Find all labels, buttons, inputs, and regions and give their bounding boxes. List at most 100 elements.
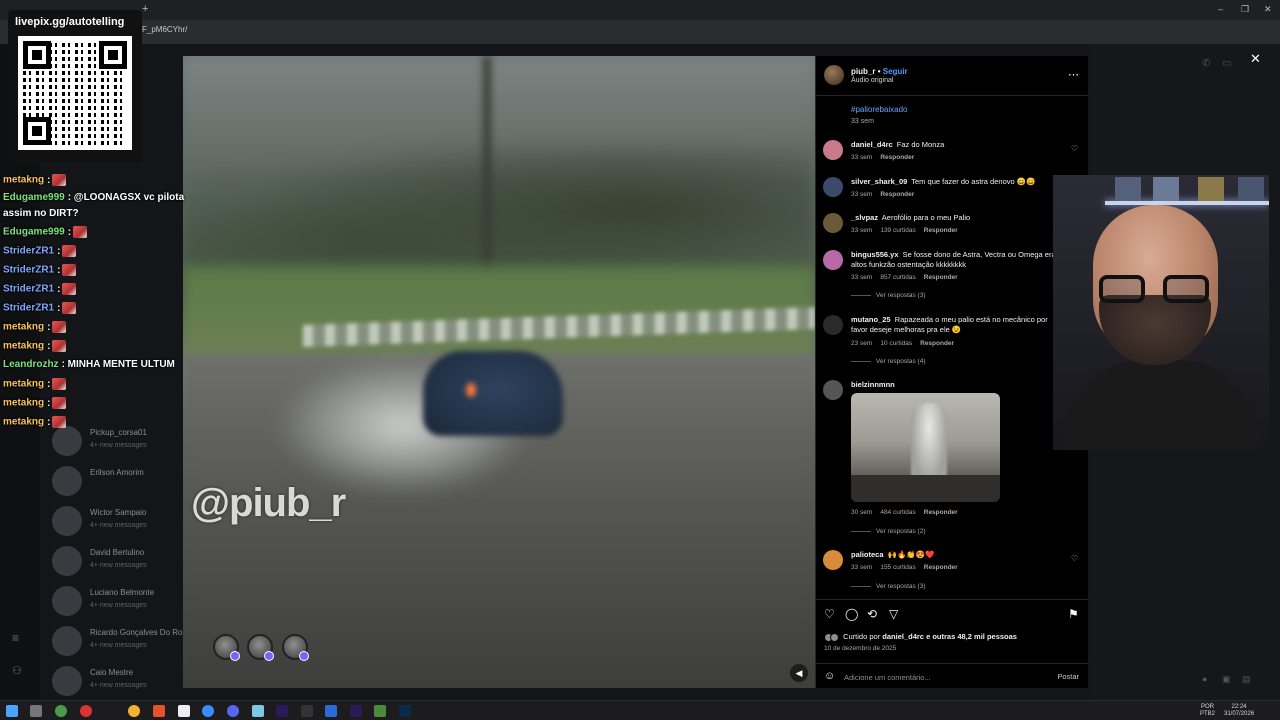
view-replies-button[interactable]: Ver respostas (3) — [851, 583, 926, 590]
comment-input[interactable] — [844, 670, 1044, 684]
reel-video[interactable]: @piub_r ◀ — [183, 56, 815, 688]
clock[interactable]: 22:24 31/07/2026 — [1224, 704, 1254, 718]
volume-icon[interactable]: ◀ — [790, 664, 808, 682]
emoji-icon[interactable]: ☺ — [824, 670, 835, 682]
commenter-avatar[interactable] — [823, 315, 843, 335]
view-replies-button[interactable]: Ver respostas (4) — [851, 358, 926, 365]
dm-item[interactable]: Erilson Amorim — [52, 464, 192, 498]
hamburger-icon[interactable]: ≡ — [12, 631, 19, 645]
reply-button[interactable]: Responder — [924, 509, 958, 516]
bookmark-icon[interactable]: ⚑ — [1068, 607, 1079, 621]
language-indicator[interactable]: POR PTB2 — [1200, 704, 1215, 718]
comment-likes[interactable]: 857 curtidas — [880, 274, 915, 281]
follow-button[interactable]: Seguir — [883, 67, 908, 76]
comment-image[interactable] — [851, 393, 1000, 502]
reply-button[interactable]: Responder — [924, 227, 958, 234]
comment-likes[interactable]: 484 curtidas — [880, 509, 915, 516]
comment-username[interactable]: _slvpaz — [851, 213, 878, 222]
apps-icon[interactable]: ⚇ — [12, 664, 22, 677]
comment-username[interactable]: bielzinnmnn — [851, 380, 895, 389]
chat-text: : — [57, 245, 61, 257]
repost-icon[interactable]: ⟲ — [867, 607, 877, 621]
app-icon[interactable] — [374, 705, 386, 717]
commenter-avatar[interactable] — [823, 177, 843, 197]
chat-username: metakng — [3, 378, 45, 390]
comment-likes[interactable]: 10 curtidas — [880, 340, 912, 347]
share-send-icon[interactable]: ▽ — [889, 607, 898, 621]
dm-item[interactable]: Wictor Sampaio 4+ new messages — [52, 504, 192, 538]
author-username[interactable]: piub_r — [851, 67, 875, 76]
comment-like-icon[interactable]: ♡ — [1071, 144, 1078, 153]
close-icon[interactable]: ✕ — [1250, 51, 1261, 67]
dm-item[interactable]: David Bertulino 4+ new messages — [52, 544, 192, 578]
photoshop-icon[interactable] — [399, 705, 411, 717]
task-view-icon[interactable] — [30, 705, 42, 717]
comment-text: Faz do Monza — [896, 140, 945, 149]
commenter-avatar[interactable] — [823, 213, 843, 233]
hashtag-link[interactable]: #paliorebaixado — [851, 105, 908, 114]
url-text[interactable]: F_pM6CYhr/ — [142, 25, 187, 34]
comment-likes[interactable]: 139 curtidas — [880, 227, 915, 234]
dm-item[interactable]: Ricardo Gonçalves Do Ros 4+ new messages — [52, 624, 192, 658]
reply-button[interactable]: Responder — [924, 564, 958, 571]
author-avatar[interactable] — [824, 65, 844, 85]
chat-username: Edugame999 — [3, 192, 65, 203]
reply-button[interactable]: Responder — [924, 274, 958, 281]
collaborator-avatar[interactable] — [247, 634, 274, 661]
image-icon[interactable]: ▣ — [1222, 674, 1231, 685]
premiere-icon[interactable] — [350, 705, 362, 717]
phone-icon[interactable]: ✆ — [1202, 58, 1210, 69]
comment-bubble-icon[interactable]: ◯ — [845, 607, 858, 621]
minimize-button[interactable]: – — [1218, 4, 1223, 14]
new-tab-button[interactable]: + — [142, 3, 148, 15]
view-replies-button[interactable]: Ver respostas (2) — [851, 528, 926, 535]
app-icon[interactable] — [325, 705, 337, 717]
app-icon[interactable] — [80, 705, 92, 717]
comment-list[interactable]: #paliorebaixado 33 sem daniel_d4rc Faz d… — [816, 96, 1089, 599]
dm-item[interactable]: Luciano Belmonte 4+ new messages — [52, 584, 192, 618]
comment-like-icon[interactable]: ♡ — [1071, 554, 1078, 563]
mic-icon[interactable]: ● — [1202, 674, 1207, 684]
sticker-icon[interactable]: ▤ — [1242, 674, 1251, 685]
commenter-avatar[interactable] — [823, 550, 843, 570]
likes-user[interactable]: daniel_d4rc — [882, 632, 924, 641]
post-comment-button[interactable]: Postar — [1057, 672, 1079, 681]
likes-suffix[interactable]: e outras 48,2 mil pessoas — [926, 632, 1017, 641]
chat-username: Leandrozhz — [3, 359, 59, 370]
view-replies-button[interactable]: Ver respostas (3) — [851, 292, 926, 299]
reply-button[interactable]: Responder — [880, 154, 914, 161]
address-bar[interactable]: F_pM6CYhr/ — [0, 20, 1280, 56]
more-options-icon[interactable]: ⋯ — [1068, 68, 1079, 81]
commenter-avatar[interactable] — [823, 250, 843, 270]
app-icon[interactable] — [178, 705, 190, 717]
app-icon[interactable] — [202, 705, 214, 717]
comment-likes[interactable]: 155 curtidas — [880, 564, 915, 571]
app-icon[interactable] — [301, 705, 313, 717]
app-icon[interactable] — [55, 705, 67, 717]
reply-button[interactable]: Responder — [920, 340, 954, 347]
comment-username[interactable]: palioteca — [851, 550, 884, 559]
dm-item[interactable]: Caio Mestre 4+ new messages — [52, 664, 192, 698]
collaborator-avatar[interactable] — [213, 634, 240, 661]
close-window-button[interactable]: ✕ — [1264, 4, 1272, 15]
comment-username[interactable]: mutano_25 — [851, 315, 891, 324]
chrome-icon[interactable] — [128, 705, 140, 717]
reply-button[interactable]: Responder — [880, 191, 914, 198]
comment-username[interactable]: daniel_d4rc — [851, 140, 893, 149]
collaborator-avatar[interactable] — [282, 634, 309, 661]
audio-label[interactable]: Áudio original — [851, 77, 893, 84]
start-icon[interactable] — [6, 705, 18, 717]
audition-icon[interactable] — [276, 705, 288, 717]
commenter-avatar[interactable] — [823, 140, 843, 160]
comment-username[interactable]: bingus556.yx — [851, 250, 899, 259]
comment-username[interactable]: silver_shark_09 — [851, 177, 907, 186]
brave-icon[interactable] — [153, 705, 165, 717]
comment-time: 33 sem — [851, 274, 873, 281]
like-heart-icon[interactable]: ♡ — [824, 607, 835, 621]
video-call-icon[interactable]: ▭ — [1222, 58, 1231, 69]
chat-message: Edugame999: @LOONAGSX vc pilota — [3, 192, 184, 203]
maximize-button[interactable]: ❐ — [1241, 4, 1249, 15]
commenter-avatar[interactable] — [823, 380, 843, 400]
app-icon[interactable] — [252, 705, 264, 717]
discord-icon[interactable] — [227, 705, 239, 717]
